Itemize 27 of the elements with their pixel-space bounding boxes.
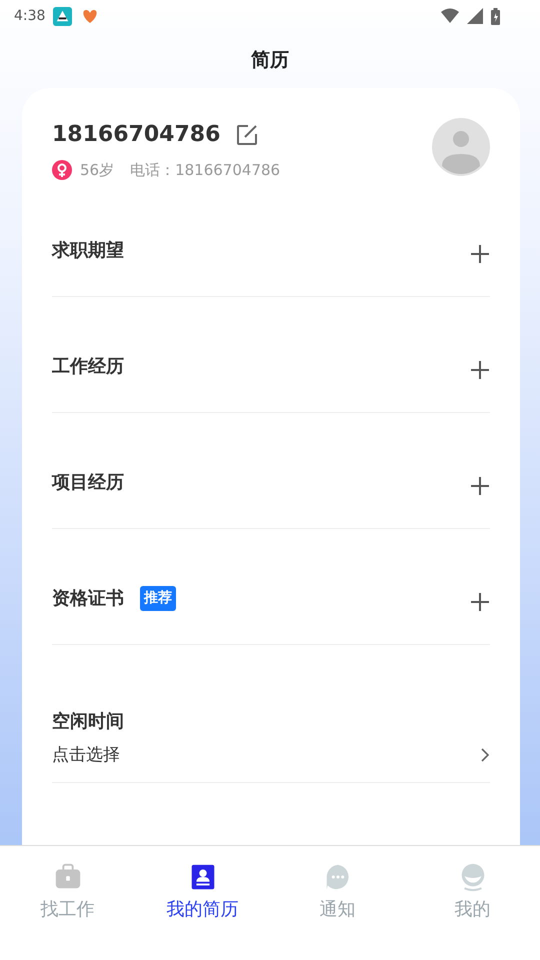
chevron-right-icon[interactable]: [480, 747, 490, 764]
page-title: 简历: [251, 48, 289, 73]
select-field[interactable]: 点击选择: [52, 742, 120, 768]
gender-icon: [52, 160, 72, 180]
profile-name: 18166704786: [52, 121, 220, 149]
section-title: 项目经历: [52, 471, 124, 495]
section-title: 空闲时间: [52, 710, 125, 734]
signal-icon: [467, 8, 483, 24]
add-icon[interactable]: [470, 360, 490, 380]
app-notification-icon: [53, 6, 72, 26]
wifi-icon: [441, 8, 459, 24]
section-title: 资格证书: [52, 587, 124, 611]
age-text: 56岁: [80, 160, 114, 181]
status-time: 4:38: [14, 6, 46, 26]
phone-text: 电话：18166704786: [130, 160, 280, 181]
add-icon[interactable]: [470, 244, 490, 264]
tab-item[interactable]: 找工作: [12, 862, 122, 923]
tab-item[interactable]: 我的: [418, 862, 528, 923]
tab-item[interactable]: 我的简历: [148, 862, 258, 923]
add-icon[interactable]: [470, 592, 490, 612]
section-title: 求职期望: [52, 239, 124, 263]
tab-item[interactable]: 通知: [282, 862, 392, 923]
recommend-badge: 推荐: [140, 586, 176, 611]
battery-icon: [491, 8, 500, 24]
section-title: 工作经历: [52, 355, 124, 379]
edit-icon[interactable]: [236, 124, 258, 146]
add-icon[interactable]: [470, 476, 490, 496]
